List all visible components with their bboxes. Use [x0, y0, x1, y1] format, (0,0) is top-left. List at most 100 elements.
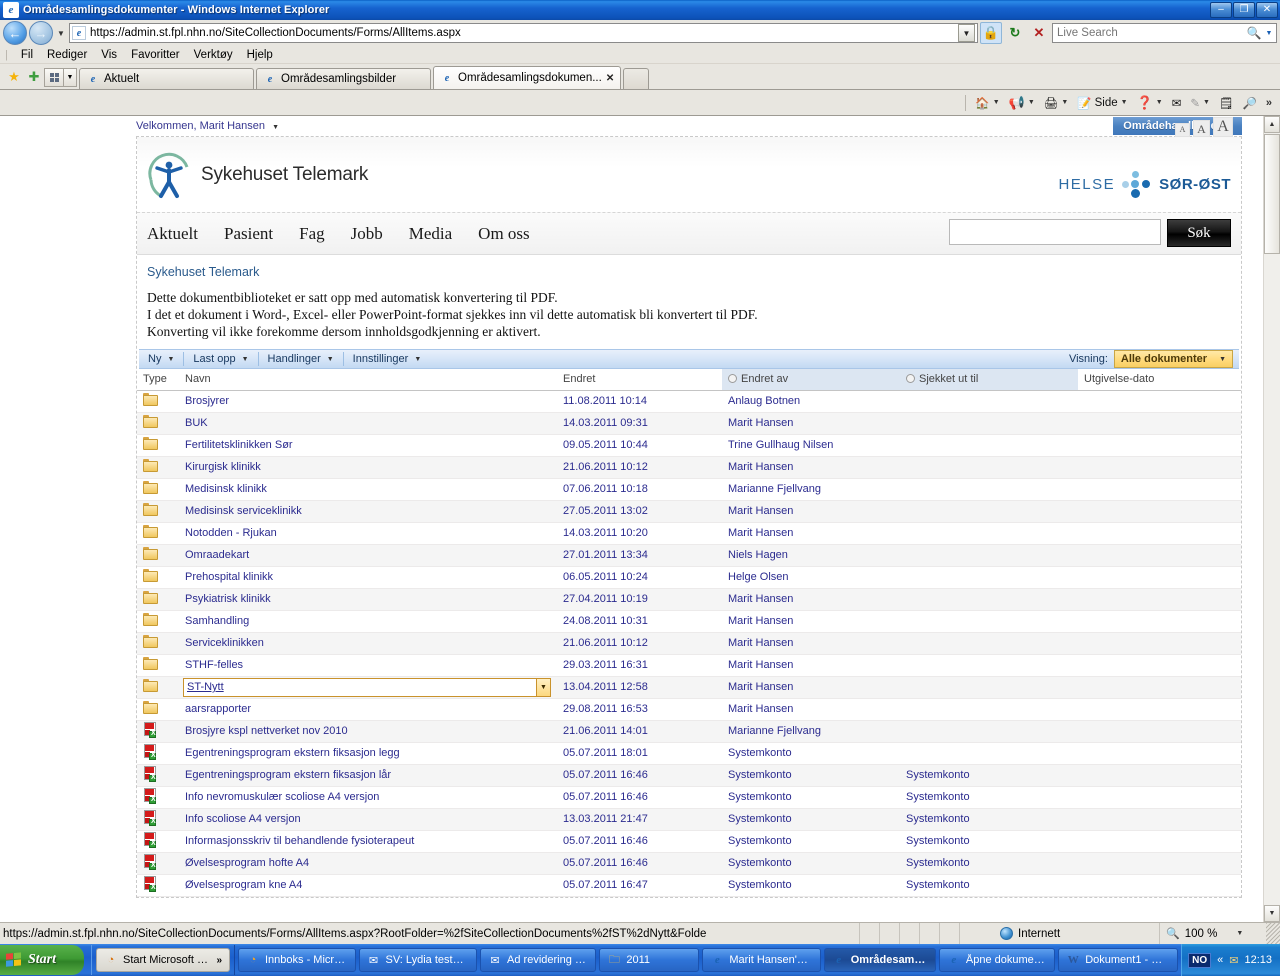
- row-name-cell[interactable]: Brosjyrer: [179, 390, 557, 413]
- table-row[interactable]: Øvelsesprogram kne A405.07.2011 16:47Sys…: [137, 874, 1241, 897]
- row-name-cell[interactable]: Egentreningsprogram ekstern fiksasjon le…: [179, 742, 557, 765]
- row-name-cell[interactable]: Øvelsesprogram kne A4: [179, 874, 557, 897]
- edit-button[interactable]: ✎ ▼: [1186, 92, 1214, 114]
- menu-item-vis[interactable]: Vis: [94, 48, 124, 62]
- chevron-down-icon[interactable]: ▼: [1028, 99, 1035, 106]
- row-name-link[interactable]: Info nevromuskulær scoliose A4 versjon: [185, 791, 379, 803]
- table-row[interactable]: Medisinsk serviceklinikk 27.05.2011 13:02…: [137, 500, 1241, 523]
- row-name-link[interactable]: Serviceklinikken: [185, 637, 264, 649]
- add-onepage-button[interactable]: 🗒: [1215, 92, 1238, 114]
- quicklaunch-start-office[interactable]: ◔ Start Microsoft Office »: [96, 948, 230, 972]
- row-name-link[interactable]: Fertilitetsklinikken Sør: [185, 439, 293, 451]
- row-context-menu-icon[interactable]: ▼: [536, 678, 550, 696]
- row-name-link[interactable]: Omraadekart: [185, 549, 249, 561]
- chevron-down-icon[interactable]: ▼: [1156, 99, 1163, 106]
- row-name-cell[interactable]: aarsrapporter: [179, 698, 557, 721]
- help-button[interactable]: ❓ ▼: [1133, 92, 1167, 114]
- table-row[interactable]: Serviceklinikken 21.06.2011 10:12 Marit Ha…: [137, 632, 1241, 655]
- stop-icon[interactable]: ✕: [1028, 22, 1050, 44]
- row-name-link[interactable]: Prehospital klinikk: [185, 571, 273, 583]
- language-indicator[interactable]: NO: [1188, 952, 1212, 968]
- table-row[interactable]: Informasjonsskriv til behandlende fysiot…: [137, 830, 1241, 853]
- back-button[interactable]: ←: [3, 21, 27, 45]
- nav-item-jobb[interactable]: Jobb: [351, 224, 399, 244]
- quicklaunch-overflow-icon[interactable]: »: [216, 955, 222, 966]
- maximize-button[interactable]: ❐: [1233, 2, 1255, 18]
- row-name-link[interactable]: BUK: [185, 417, 208, 429]
- row-name-link[interactable]: Kirurgisk klinikk: [185, 461, 261, 473]
- taskbar-button-ad-revidering[interactable]: ✉ Ad revidering a...: [480, 948, 597, 972]
- row-name-link[interactable]: Øvelsesprogram kne A4: [185, 879, 302, 891]
- row-name-link[interactable]: aarsrapporter: [185, 703, 251, 715]
- chevron-down-icon[interactable]: ▼: [1121, 99, 1128, 106]
- row-name-link[interactable]: Egentreningsprogram ekstern fiksasjon lå…: [185, 769, 391, 781]
- column-header-endret-av[interactable]: Endret av: [722, 369, 900, 391]
- table-row[interactable]: STHF-felles 29.03.2011 16:31 Marit Hansen: [137, 654, 1241, 677]
- page-vertical-scrollbar[interactable]: ▲ ▼: [1263, 116, 1280, 922]
- taskbar-button-innboks[interactable]: ◔ Innboks - Micro...: [238, 948, 356, 972]
- row-name-link[interactable]: Øvelsesprogram hofte A4: [185, 857, 309, 869]
- row-name-cell[interactable]: Psykiatrisk klinikk: [179, 588, 557, 611]
- row-name-link[interactable]: Samhandling: [185, 615, 249, 627]
- tab-aktuelt[interactable]: e Aktuelt: [79, 68, 254, 89]
- row-name-cell[interactable]: BUK: [179, 412, 557, 435]
- column-header-navn[interactable]: Navn: [179, 369, 557, 391]
- nav-item-fag[interactable]: Fag: [299, 224, 341, 244]
- search-provider-dropdown-icon[interactable]: ▼: [1264, 30, 1274, 37]
- chevron-down-icon[interactable]: ▼: [1203, 99, 1210, 106]
- zoom-control[interactable]: 🔍 100 % ▼: [1160, 923, 1280, 944]
- column-header-endret[interactable]: Endret: [557, 369, 722, 391]
- chevron-down-icon[interactable]: ▼: [1061, 99, 1068, 106]
- add-favorite-icon[interactable]: ✚: [24, 65, 44, 89]
- security-zone-indicator[interactable]: Internett: [960, 923, 1160, 944]
- row-name-cell[interactable]: Omraadekart: [179, 544, 557, 567]
- font-size-medium-button[interactable]: A: [1193, 120, 1210, 137]
- menu-item-verktoy[interactable]: Verktøy: [187, 48, 240, 62]
- row-name-cell[interactable]: Serviceklinikken: [179, 632, 557, 655]
- table-row[interactable]: Info nevromuskulær scoliose A4 versjon 05…: [137, 786, 1241, 809]
- nav-item-om-oss[interactable]: Om oss: [478, 224, 545, 244]
- print-button[interactable]: 🖨 ▼: [1040, 92, 1073, 114]
- url-input[interactable]: e https://admin.st.fpl.nhn.no/SiteCollec…: [69, 23, 978, 43]
- row-name-cell[interactable]: Egentreningsprogram ekstern fiksasjon lå…: [179, 764, 557, 787]
- site-logo[interactable]: Sykehuset Telemark: [147, 150, 368, 200]
- chevron-down-icon[interactable]: ▼: [272, 124, 279, 131]
- taskbar-button-dokument1[interactable]: W Dokument1 - Mi...: [1058, 948, 1179, 972]
- row-name-link[interactable]: Medisinsk serviceklinikk: [185, 505, 302, 517]
- refresh-icon[interactable]: ↻: [1004, 22, 1026, 44]
- live-search-box[interactable]: 🔍 ▼: [1052, 23, 1277, 43]
- column-header-sjekket-ut-til[interactable]: Sjekket ut til: [900, 369, 1078, 391]
- page-menu-button[interactable]: 📝 Side ▼: [1073, 92, 1131, 114]
- toolbar-settings-menu[interactable]: Innstillinger ▼: [344, 350, 431, 368]
- command-bar-overflow-icon[interactable]: »: [1262, 97, 1276, 109]
- resize-grip[interactable]: [1266, 923, 1280, 944]
- start-button[interactable]: Start: [0, 945, 84, 975]
- font-size-small-button[interactable]: A: [1175, 123, 1190, 137]
- table-row[interactable]: Brosjyrer 11.08.2011 10:14 Anlaug Botnen: [137, 390, 1241, 413]
- chevron-down-icon[interactable]: ▼: [1236, 930, 1243, 937]
- row-name-link[interactable]: Brosjyrer: [185, 395, 229, 407]
- tab-omradesamlingsbilder[interactable]: e Områdesamlingsbilder: [256, 68, 431, 89]
- scroll-down-icon[interactable]: ▼: [1264, 905, 1280, 922]
- menu-item-rediger[interactable]: Rediger: [40, 48, 94, 62]
- row-name-cell[interactable]: Info nevromuskulær scoliose A4 versjon: [179, 786, 557, 809]
- table-row[interactable]: Prehospital klinikk 06.05.2011 10:24 Helge…: [137, 566, 1241, 589]
- new-tab-button[interactable]: [623, 68, 650, 89]
- table-row[interactable]: Samhandling 24.08.2011 10:31 Marit Hansen: [137, 610, 1241, 633]
- row-name-cell[interactable]: STHF-felles: [179, 654, 557, 677]
- table-row[interactable]: Omraadekart 27.01.2011 13:34 Niels Hagen: [137, 544, 1241, 567]
- mail-button[interactable]: ✉: [1168, 92, 1186, 114]
- search-input[interactable]: [1055, 26, 1244, 40]
- table-row[interactable]: Fertilitetsklinikken Sør 09.05.2011 10:44…: [137, 434, 1241, 457]
- favorites-star-icon[interactable]: ★: [4, 65, 24, 89]
- toolbar-actions-menu[interactable]: Handlinger ▼: [259, 350, 343, 368]
- row-name-cell[interactable]: Medisinsk serviceklinikk: [179, 500, 557, 523]
- menu-item-fil[interactable]: Fil: [14, 48, 40, 62]
- table-row[interactable]: Egentreningsprogram ekstern fiksasjon le…: [137, 742, 1241, 765]
- menu-item-favoritter[interactable]: Favoritter: [124, 48, 187, 62]
- nav-item-media[interactable]: Media: [409, 224, 468, 244]
- row-name-cell[interactable]: Fertilitetsklinikken Sør: [179, 434, 557, 457]
- table-row[interactable]: Medisinsk klinikk 07.06.2011 10:18 Mariann…: [137, 478, 1241, 501]
- feeds-button[interactable]: 📢 ▼: [1005, 92, 1039, 114]
- chevron-down-icon[interactable]: ▼: [993, 99, 1000, 106]
